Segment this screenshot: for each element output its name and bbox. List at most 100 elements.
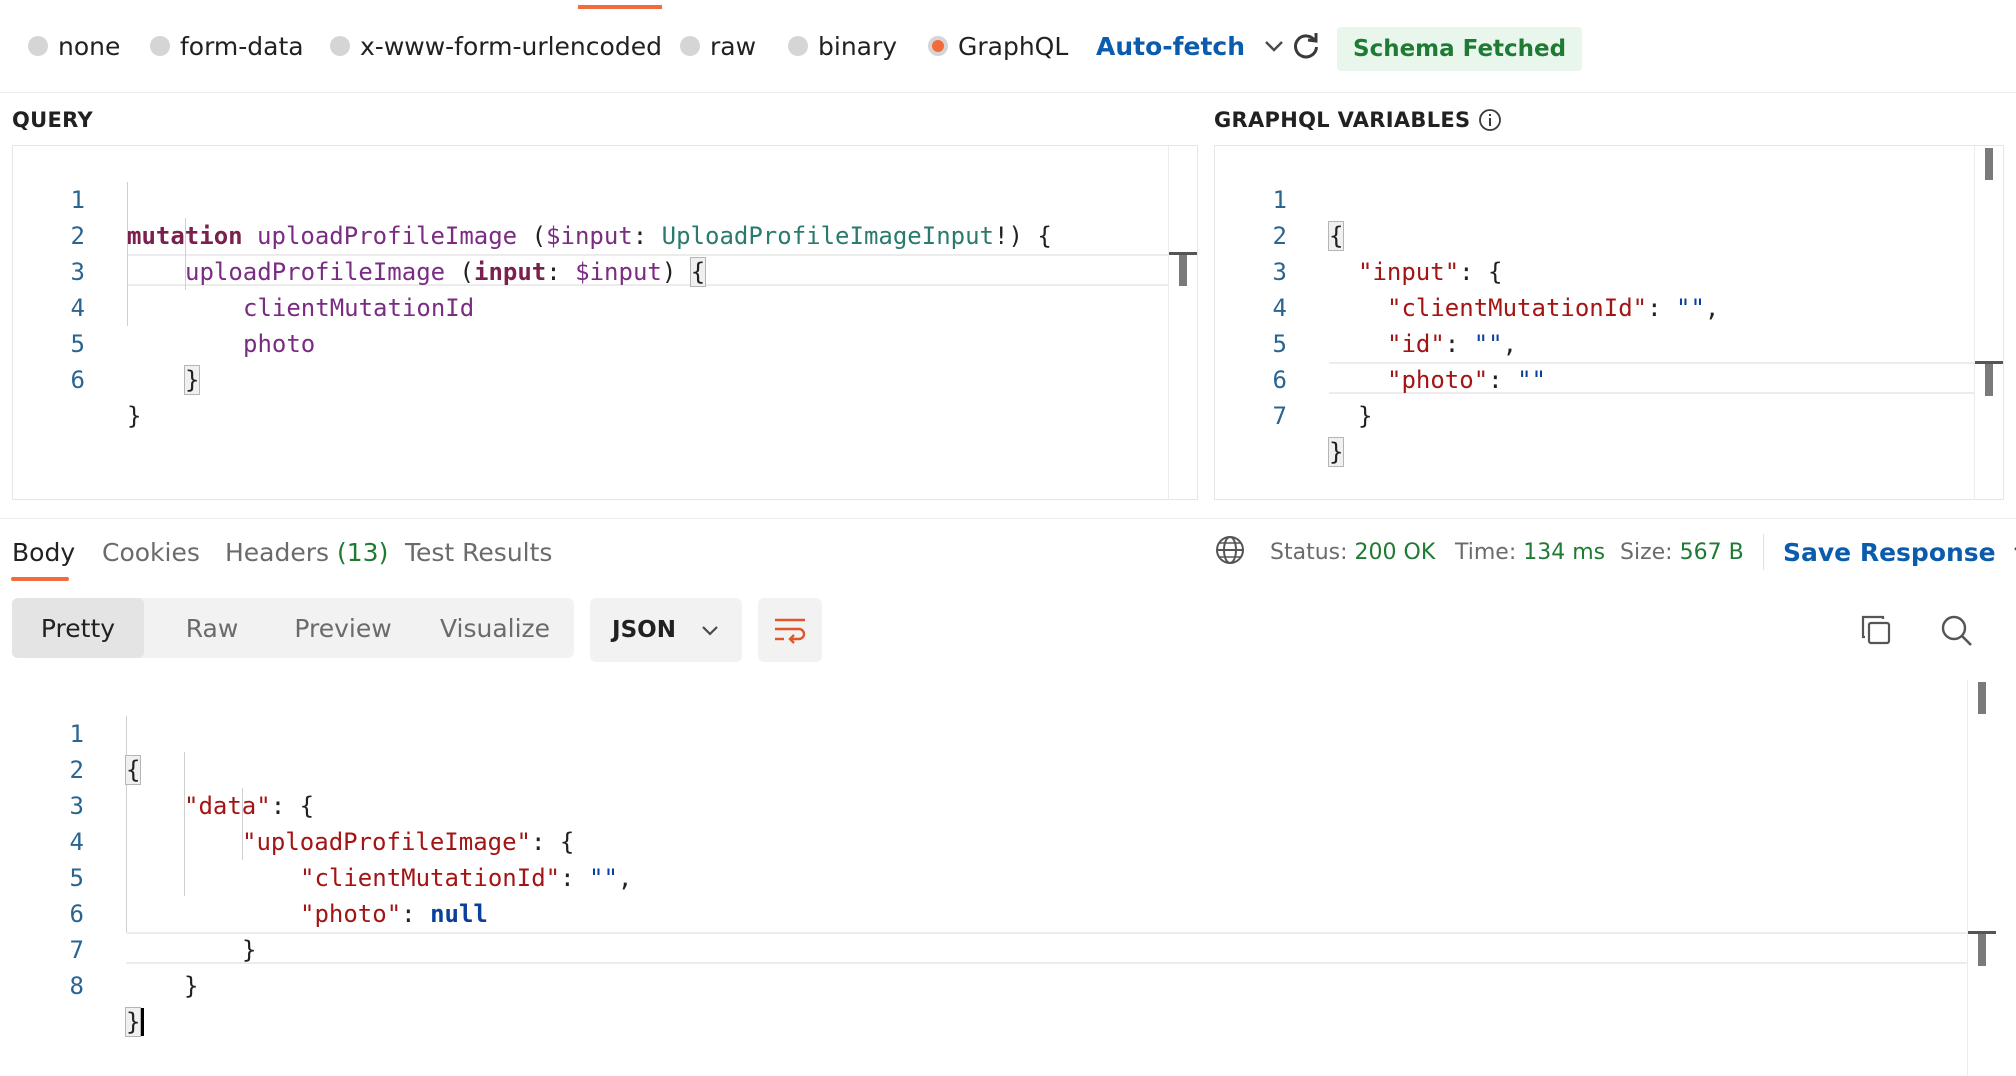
- radio-icon: [150, 36, 170, 56]
- response-body-editor[interactable]: 1 { 2 "data": { 3 "uploadProfileImage": …: [0, 680, 2016, 1076]
- code-line: 2 "input": {: [1215, 182, 2003, 286]
- auto-fetch-label: Auto-fetch: [1096, 31, 1246, 61]
- time-readout: Time: 134 ms: [1455, 531, 1605, 573]
- chevron-down-icon: [1265, 41, 1283, 52]
- auto-fetch-dropdown[interactable]: Auto-fetch: [1096, 22, 1285, 70]
- search-icon[interactable]: [1938, 612, 1974, 648]
- code-line: 4 "clientMutationId": "",: [0, 788, 2016, 892]
- variables-editor[interactable]: 1 { 2 "input": { 3 "clientMutationId": "…: [1214, 145, 2004, 500]
- tab-test-results[interactable]: Test Results: [405, 531, 552, 573]
- headers-count: (13): [337, 537, 389, 567]
- wrap-lines-icon: [775, 618, 806, 644]
- variables-title-text: GRAPHQL VARIABLES: [1214, 108, 1471, 132]
- radio-icon: [28, 36, 48, 56]
- code-line: 2 "data": {: [0, 716, 2016, 820]
- code-line: 8 }​: [0, 932, 2016, 1037]
- schema-status-badge: Schema Fetched: [1337, 27, 1583, 71]
- view-pretty-button[interactable]: Pretty: [12, 598, 144, 658]
- line-number: 8: [69, 972, 84, 1000]
- radio-icon: [330, 36, 350, 56]
- tab-headers[interactable]: Headers (13): [225, 531, 388, 573]
- copy-icon[interactable]: [1858, 612, 1894, 648]
- scroll-thumb[interactable]: [1985, 148, 1993, 180]
- tab-body[interactable]: Body: [12, 531, 75, 573]
- tab-cookies[interactable]: Cookies: [102, 531, 200, 573]
- active-tab-indicator: [578, 5, 662, 9]
- variables-title: GRAPHQL VARIABLES: [1214, 108, 1502, 132]
- status-readout: Status: 200 OK: [1270, 531, 1435, 573]
- scroll-marker: [1968, 931, 1996, 934]
- save-response-label: Save Response: [1783, 537, 1996, 567]
- body-type-label: none: [58, 31, 121, 61]
- code-line: 1 {: [0, 680, 2016, 785]
- code-line: 6 }: [0, 860, 2016, 964]
- query-editor[interactable]: 1 mutation uploadProfileImage ($input: U…: [12, 145, 1198, 500]
- code-line: 6 }: [13, 326, 1197, 430]
- code-line: 3 clientMutationId: [13, 218, 1197, 322]
- code-line: 3 "uploadProfileImage": {: [0, 752, 2016, 856]
- view-preview-button[interactable]: Preview: [278, 598, 408, 658]
- scroll-thumb[interactable]: [1978, 682, 1986, 714]
- body-type-none[interactable]: none: [28, 22, 120, 70]
- active-tab-underline: [11, 577, 69, 581]
- code-line: 1 {: [1215, 146, 2003, 251]
- code-line: 5 }: [13, 290, 1197, 395]
- time-label: Time:: [1455, 539, 1517, 565]
- code-line: 4 "id": "",: [1215, 254, 2003, 358]
- body-type-binary[interactable]: binary: [788, 22, 897, 70]
- scroll-marker: [1169, 252, 1197, 255]
- refresh-icon[interactable]: [1290, 30, 1322, 62]
- text-cursor: ​: [141, 1008, 145, 1036]
- radio-icon: [788, 36, 808, 56]
- time-value: 134 ms: [1523, 539, 1606, 565]
- code-line: 7 }: [0, 896, 2016, 1000]
- radio-selected-icon: [928, 36, 948, 56]
- scroll-thumb[interactable]: [1179, 254, 1187, 286]
- body-type-label: binary: [818, 31, 898, 61]
- size-value: 567 B: [1679, 539, 1744, 565]
- globe-icon[interactable]: [1214, 534, 1246, 566]
- scroll-thumb[interactable]: [1985, 364, 1993, 396]
- body-type-bar: none form-data x-www-form-urlencoded raw…: [0, 0, 2016, 93]
- line-number: 6: [70, 366, 85, 394]
- view-visualize-button[interactable]: Visualize: [420, 598, 570, 658]
- code-line: 1 mutation uploadProfileImage ($input: U…: [13, 146, 1197, 250]
- scroll-thumb[interactable]: [1978, 934, 1986, 966]
- word-wrap-button[interactable]: [758, 598, 822, 662]
- query-title-text: QUERY: [12, 108, 93, 132]
- query-title: QUERY: [12, 108, 93, 132]
- variables-scrollbar[interactable]: [1974, 146, 2003, 499]
- format-label: JSON: [612, 617, 676, 643]
- divider: [1763, 534, 1764, 570]
- code-line: 4 photo: [13, 254, 1197, 358]
- status-label: Status:: [1270, 539, 1348, 565]
- body-type-form-data[interactable]: form-data: [150, 22, 304, 70]
- format-select[interactable]: JSON: [590, 598, 742, 662]
- query-scrollbar[interactable]: [1168, 146, 1197, 499]
- code-line: 7 }: [1215, 362, 2003, 467]
- tab-headers-label: Headers: [225, 537, 330, 567]
- code-line: 5 "photo": "": [1215, 290, 2003, 394]
- body-type-graphql[interactable]: GraphQL: [928, 22, 1068, 70]
- body-type-urlencoded[interactable]: x-www-form-urlencoded: [330, 22, 662, 70]
- body-type-label: form-data: [180, 31, 304, 61]
- size-label: Size:: [1620, 539, 1673, 565]
- body-type-label: x-www-form-urlencoded: [360, 31, 662, 61]
- scroll-marker: [1975, 361, 2003, 364]
- code-line: 2 uploadProfileImage (input: $input) {: [13, 182, 1197, 287]
- chevron-down-icon: [2013, 547, 2016, 552]
- save-response-dropdown[interactable]: Save Response: [1783, 531, 2016, 573]
- radio-icon: [680, 36, 700, 56]
- info-icon[interactable]: [1478, 108, 1502, 132]
- line-number: 7: [1272, 402, 1287, 430]
- response-divider: [0, 518, 2016, 519]
- view-raw-button[interactable]: Raw: [152, 598, 272, 658]
- view-mode-group: Pretty Raw Preview Visualize: [12, 598, 574, 658]
- status-value: 200 OK: [1354, 539, 1436, 565]
- code-line: 6 }: [1215, 326, 2003, 430]
- response-scrollbar[interactable]: [1967, 680, 1996, 1076]
- size-readout: Size: 567 B: [1620, 531, 1744, 573]
- body-type-label: raw: [710, 31, 757, 61]
- body-type-label: GraphQL: [958, 31, 1069, 61]
- body-type-raw[interactable]: raw: [680, 22, 756, 70]
